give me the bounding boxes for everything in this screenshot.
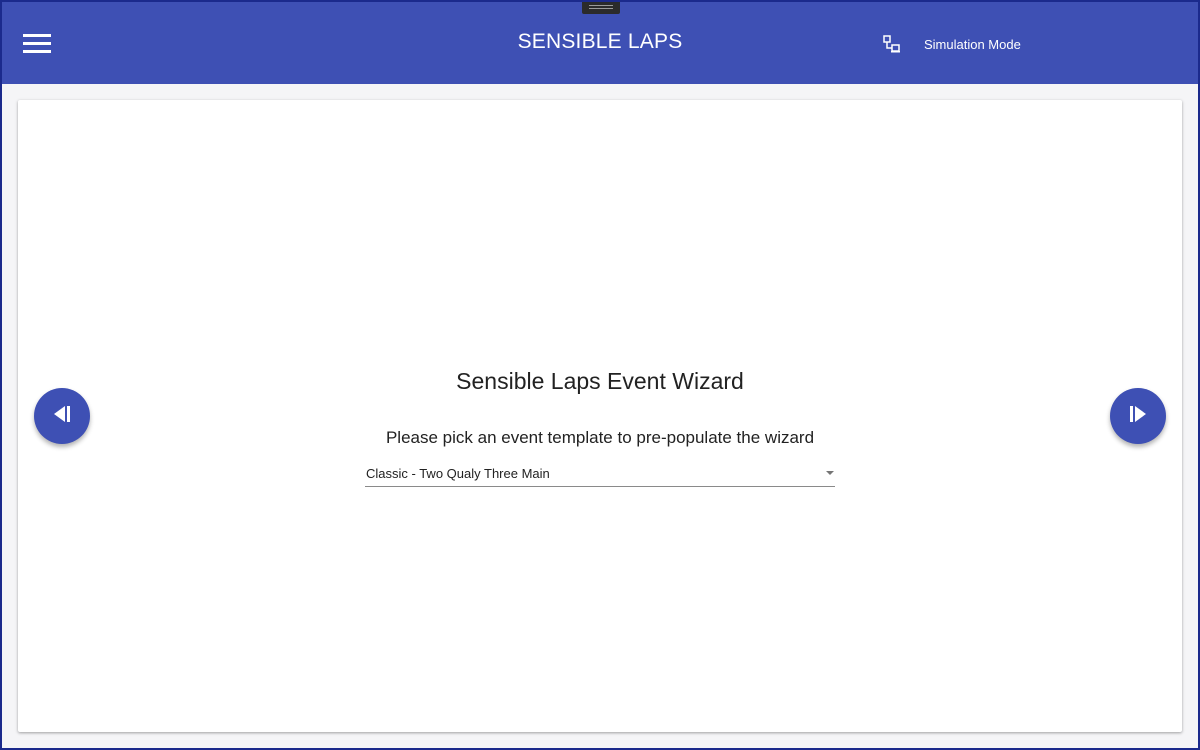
simulation-mode-button[interactable]: Simulation Mode [882,32,1021,56]
wizard-title: Sensible Laps Event Wizard [456,368,744,394]
simulation-mode-label: Simulation Mode [924,36,1021,52]
window-drag-handle[interactable] [582,2,620,14]
top-app-bar: SENSIBLE LAPS Simulation Mode [2,2,1198,84]
app-title: SENSIBLE LAPS [517,30,683,53]
previous-step-button[interactable] [34,388,90,444]
wizard-prompt: Please pick an event template to pre-pop… [385,428,815,447]
skip-previous-icon [51,403,73,430]
hamburger-menu-icon[interactable] [20,28,54,58]
dropdown-arrow-icon [826,471,834,475]
skip-next-icon [1127,403,1149,430]
wizard-card: Sensible Laps Event Wizard Please pick a… [18,100,1182,732]
network-icon [882,34,902,54]
app-window: SENSIBLE LAPS Simulation Mode Sensible L… [0,0,1200,750]
next-step-button[interactable] [1110,388,1166,444]
event-template-select[interactable]: Classic - Two Qualy Three Main [365,462,835,487]
event-template-value: Classic - Two Qualy Three Main [366,466,550,481]
